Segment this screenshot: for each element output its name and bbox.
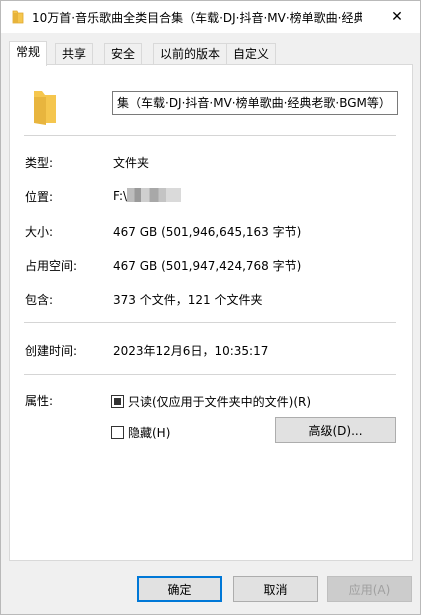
- disk-size-label: 占用空间:: [25, 259, 78, 273]
- redacted-path: [127, 188, 182, 202]
- created-label: 创建时间:: [25, 344, 78, 358]
- general-panel: 集（车载·DJ·抖音·MV·榜单歌曲·经典老歌·BGM等） 类型: 文件夹 位置…: [9, 64, 413, 561]
- window-title: 10万首·音乐歌曲全类目合集（车载·DJ·抖音·MV·榜单歌曲·经典老...: [32, 11, 362, 25]
- separator: [24, 374, 396, 375]
- attributes-label: 属性:: [25, 394, 54, 408]
- type-label: 类型:: [25, 156, 54, 170]
- type-value: 文件夹: [113, 156, 150, 170]
- properties-window: 10万首·音乐歌曲全类目合集（车载·DJ·抖音·MV·榜单歌曲·经典老... ✕…: [0, 0, 421, 615]
- contains-label: 包含:: [25, 293, 54, 307]
- readonly-label[interactable]: 只读(仅应用于文件夹中的文件)(R): [128, 393, 311, 410]
- hidden-checkbox[interactable]: [111, 426, 124, 439]
- apply-button[interactable]: 应用(A): [327, 576, 412, 602]
- created-value: 2023年12月6日，10:35:17: [113, 344, 269, 358]
- separator: [24, 135, 396, 136]
- cancel-button[interactable]: 取消: [233, 576, 318, 602]
- folder-icon: [34, 91, 56, 125]
- location-text: F:\: [113, 189, 128, 203]
- title-bar[interactable]: 10万首·音乐歌曲全类目合集（车载·DJ·抖音·MV·榜单歌曲·经典老... ✕: [1, 1, 420, 33]
- folder-name-input[interactable]: 集（车载·DJ·抖音·MV·榜单歌曲·经典老歌·BGM等）: [112, 91, 398, 115]
- size-label: 大小:: [25, 225, 54, 239]
- contains-value: 373 个文件，121 个文件夹: [113, 293, 263, 307]
- tab-customize[interactable]: 自定义: [226, 43, 277, 65]
- location-value: F:\: [113, 188, 182, 203]
- tab-sharing[interactable]: 共享: [55, 43, 94, 65]
- hidden-label[interactable]: 隐藏(H): [128, 424, 170, 441]
- separator: [24, 322, 396, 323]
- tab-security[interactable]: 安全: [104, 43, 143, 65]
- advanced-button[interactable]: 高级(D)...: [275, 417, 396, 443]
- size-value: 467 GB (501,946,645,163 字节): [113, 225, 302, 239]
- ok-button[interactable]: 确定: [137, 576, 222, 602]
- disk-size-value: 467 GB (501,947,424,768 字节): [113, 259, 302, 273]
- readonly-checkbox[interactable]: [111, 395, 124, 408]
- tab-general[interactable]: 常规: [9, 41, 48, 66]
- close-icon: ✕: [391, 9, 403, 25]
- folder-icon: [12, 10, 24, 24]
- tab-previous-versions[interactable]: 以前的版本: [153, 43, 228, 65]
- location-label: 位置:: [25, 190, 54, 204]
- close-button[interactable]: ✕: [374, 1, 420, 33]
